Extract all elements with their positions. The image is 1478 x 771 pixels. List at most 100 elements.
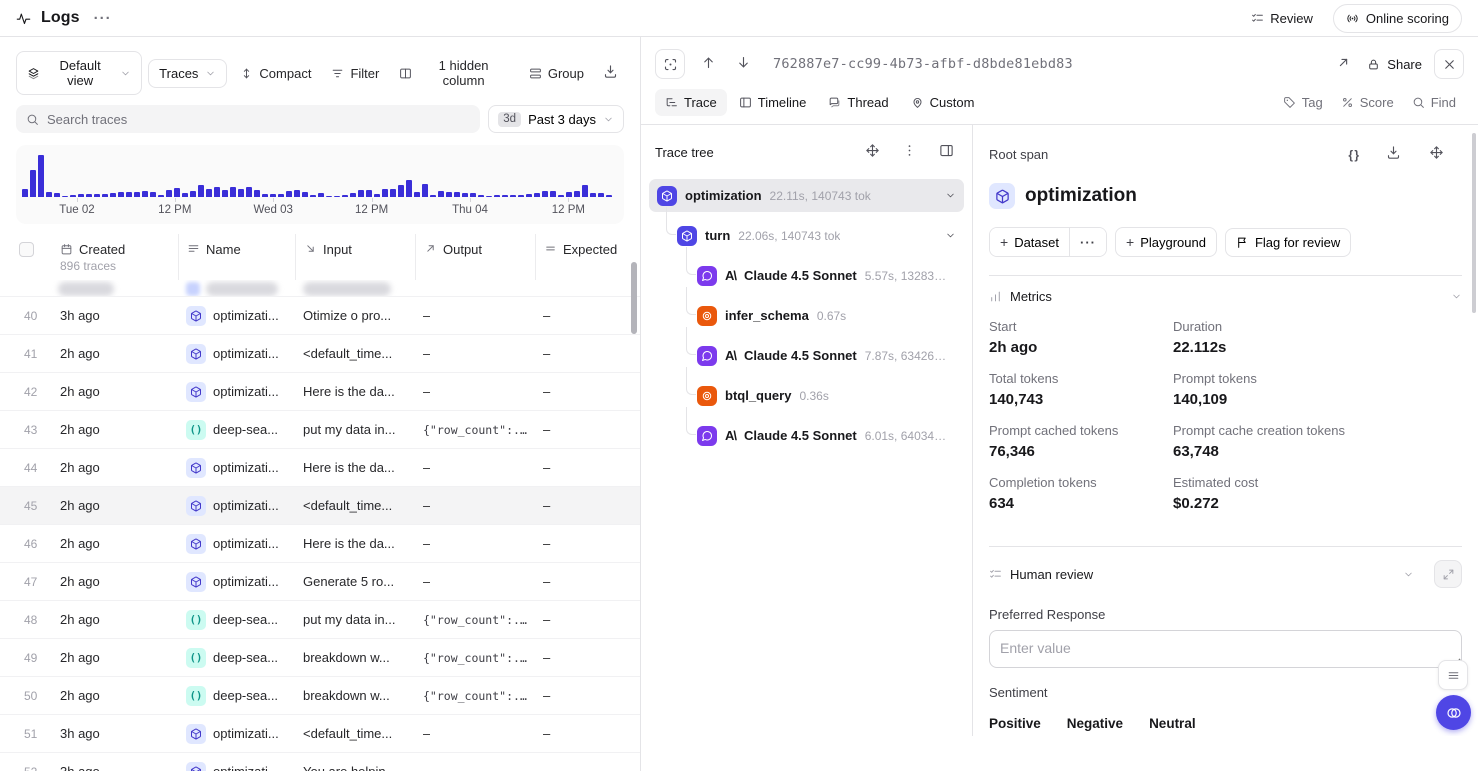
span-pan-button[interactable] [1425,141,1448,167]
list-scrollbar[interactable] [631,262,637,334]
range-label: Past 3 days [528,112,596,127]
histogram-bar [198,185,204,197]
column-header-created[interactable]: Created896 traces [52,234,178,280]
table-row[interactable]: 442h agooptimizati...Here is the da...–– [0,448,640,486]
sentiment-option-negative[interactable]: Negative [1067,712,1123,735]
histogram-bar [86,194,92,197]
trace-tree-row[interactable]: A\Claude 4.5 Sonnet7.87s, 63426 tok [649,339,964,372]
column-header-output[interactable]: Output [415,234,535,280]
prev-trace-button[interactable] [697,51,720,77]
hidden-columns-button[interactable]: 1 hidden column [392,52,516,94]
histogram-bar [422,184,428,197]
table-row[interactable]: 523h agooptimizati...You are helpin...–– [0,752,640,771]
anthropic-logo: A\ [725,348,736,363]
tag-button[interactable]: Tag [1275,90,1331,115]
metric-label: Start [989,319,1173,334]
created-cell: 2h ago [52,335,178,372]
name-cell: deep-sea... [178,601,295,638]
table-row[interactable]: 432h agodeep-sea...put my data in...{"ro… [0,410,640,448]
review-button[interactable]: Review [1245,6,1319,31]
assistant-button[interactable] [1436,695,1471,730]
human-review-section-header[interactable]: Human review [989,547,1462,601]
view-selector[interactable]: Default view [16,51,142,95]
page-more-button[interactable] [90,8,116,29]
histogram-bar [302,192,308,197]
compact-label: Compact [259,66,311,81]
trace-detail-panel: 762887e7-cc99-4b73-afbf-d8bde81ebd83 Sha… [641,37,1478,771]
sentiment-option-positive[interactable]: Positive [989,712,1041,735]
row-number: 51 [0,715,52,752]
column-header-expected[interactable]: Expected [535,234,640,280]
preferred-response-input[interactable] [989,630,1462,668]
tab-custom[interactable]: Custom [901,89,985,116]
expected-cell: – [535,335,640,372]
share-button[interactable]: Share [1367,57,1422,72]
find-button[interactable]: Find [1404,90,1464,115]
tab-trace[interactable]: Trace [655,89,727,116]
column-header-name[interactable]: Name [178,234,295,280]
expected-cell: – [535,677,640,714]
table-row[interactable]: 472h agooptimizati...Generate 5 ro...–– [0,562,640,600]
traces-histogram[interactable]: Tue 0212 PMWed 0312 PMThu 0412 PM [16,145,624,224]
flag-for-review-button[interactable]: Flag for review [1225,228,1351,257]
dataset-more-button[interactable] [1069,228,1106,256]
select-all-checkbox[interactable] [19,242,34,257]
expand-review-button[interactable] [1434,560,1462,588]
compact-button[interactable]: Compact [233,60,318,87]
trace-tree-row[interactable]: A\Claude 4.5 Sonnet5.57s, 13283 tok [649,259,964,292]
table-row[interactable]: 513h agooptimizati...<default_time...–– [0,714,640,752]
table-row[interactable]: 482h agodeep-sea...put my data in...{"ro… [0,600,640,638]
created-cell: 2h ago [52,373,178,410]
tab-thread[interactable]: Thread [818,89,898,116]
table-row[interactable]: 502h agodeep-sea...breakdown w...{"row_c… [0,676,640,714]
download-span-button[interactable] [1382,141,1405,167]
metrics-section-header[interactable]: Metrics [989,276,1462,317]
filter-button[interactable]: Filter [324,60,386,87]
add-to-dataset-button[interactable]: Dataset [990,228,1069,256]
trace-tree-row[interactable]: btql_query0.36s [649,379,964,412]
sentiment-option-neutral[interactable]: Neutral [1149,712,1196,735]
collapse-chevron-icon[interactable] [945,190,956,201]
detail-scrollbar[interactable] [1472,133,1476,313]
created-cell: 3h ago [52,715,178,752]
table-row[interactable]: 452h agooptimizati...<default_time...–– [0,486,640,524]
trace-tree-row[interactable]: infer_schema0.67s [649,299,964,332]
close-panel-button[interactable] [1434,49,1464,79]
view-json-button[interactable] [1344,143,1362,166]
trace-tree-row[interactable]: A\Claude 4.5 Sonnet6.01s, 64034 tok [649,419,964,452]
name-cell: optimizati... [178,525,295,562]
table-row[interactable]: 412h agooptimizati...<default_time...–– [0,334,640,372]
trace-tree-row[interactable]: optimization22.11s, 140743 tok [649,179,964,212]
metric-item: Completion tokens634 [989,475,1173,512]
tree-layout-button[interactable] [935,139,958,165]
next-trace-button[interactable] [732,51,755,77]
export-button[interactable] [597,58,624,88]
tree-options-button[interactable] [898,139,921,165]
add-to-playground-button[interactable]: Playground [1115,227,1217,257]
table-row[interactable]: 462h agooptimizati...Here is the da...–– [0,524,640,562]
collapse-chevron-icon[interactable] [945,230,956,241]
online-scoring-button[interactable]: Online scoring [1333,4,1462,33]
table-row[interactable]: 422h agooptimizati...Here is the da...–– [0,372,640,410]
created-cell: 2h ago [52,639,178,676]
group-button[interactable]: Group [522,60,591,87]
score-button[interactable]: Score [1333,90,1402,115]
input-cell: You are helpin... [295,753,415,771]
tree-pan-button[interactable] [861,139,884,165]
task-icon [186,306,206,326]
tab-timeline[interactable]: Timeline [729,89,817,116]
search-input[interactable]: Search traces [16,105,480,133]
row-number: 45 [0,487,52,524]
review-queue-button[interactable] [1438,660,1468,690]
open-fullscreen-button[interactable] [1332,51,1355,77]
focus-span-button[interactable] [655,49,685,79]
column-header-input[interactable]: Input [295,234,415,280]
expected-cell: – [535,563,640,600]
trace-tree-row[interactable]: turn22.06s, 140743 tok [649,219,964,252]
task-icon [186,762,206,771]
table-row[interactable]: 403h agooptimizati...Otimize o pro...–– [0,296,640,334]
mode-selector[interactable]: Traces [148,59,227,88]
date-range-selector[interactable]: 3d Past 3 days [488,105,624,133]
created-cell: 3h ago [52,753,178,771]
table-row[interactable]: 492h agodeep-sea...breakdown w...{"row_c… [0,638,640,676]
